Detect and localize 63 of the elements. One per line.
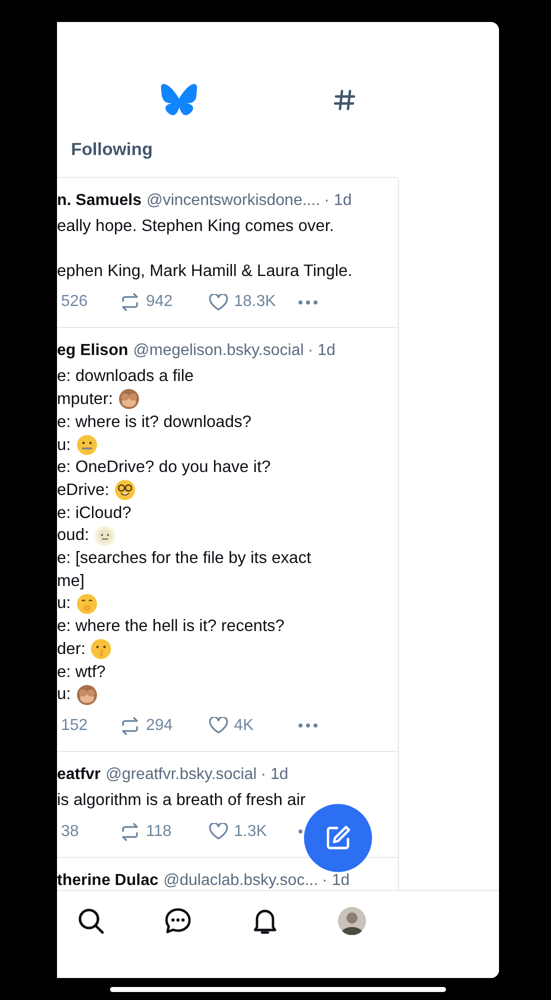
face-icon xyxy=(90,638,112,660)
post-time: · 1d xyxy=(308,341,336,362)
author-handle[interactable]: @greatfvr.bsky.social xyxy=(106,764,257,786)
author-handle[interactable]: @dulaclab.bsky.soc... xyxy=(163,870,318,890)
face-icon xyxy=(76,592,98,615)
post-text: e: [searches for the file by its exact xyxy=(57,548,312,570)
repost-count: 294 xyxy=(146,716,173,735)
face-icon xyxy=(94,524,116,547)
post-text: u: xyxy=(57,593,71,614)
butterfly-logo xyxy=(161,84,197,116)
hashtag-icon[interactable] xyxy=(334,89,356,111)
more-icon[interactable] xyxy=(298,300,318,305)
search-icon[interactable] xyxy=(77,907,105,935)
post-text: me] xyxy=(57,570,85,592)
repost-count: 118 xyxy=(146,822,172,841)
author-name[interactable]: n. Samuels xyxy=(57,190,142,212)
post-text: e: downloads a file xyxy=(57,366,194,388)
heart-icon[interactable] xyxy=(209,823,228,840)
post-time: · 1d xyxy=(322,870,350,890)
post-text: e: wtf? xyxy=(57,662,106,683)
repost-icon[interactable] xyxy=(120,293,140,312)
post-text: ephen King, Mark Hamill & Laura Tingle. xyxy=(57,260,352,282)
like-count: 1.3K xyxy=(234,822,267,841)
repost-icon[interactable] xyxy=(120,822,140,841)
post-text: der: xyxy=(57,638,86,660)
bell-icon[interactable] xyxy=(251,907,279,935)
post-text: u: xyxy=(57,684,71,706)
repost-icon[interactable] xyxy=(120,716,140,735)
post-text: is algorithm is a breath of fresh air xyxy=(57,790,306,811)
heart-icon[interactable] xyxy=(209,717,228,734)
post-text: u: xyxy=(57,434,71,456)
compose-icon xyxy=(324,824,352,852)
author-name[interactable]: eg Elison xyxy=(57,340,128,362)
avatar[interactable] xyxy=(338,907,366,935)
chat-icon[interactable] xyxy=(164,907,192,935)
face-icon xyxy=(114,479,136,502)
face-icon xyxy=(76,434,98,456)
post-text: oud: xyxy=(57,525,90,546)
reply-count: 526 xyxy=(61,293,88,312)
feed-tab[interactable]: Following xyxy=(71,138,153,167)
more-icon[interactable] xyxy=(298,723,318,728)
post-text: e: iCloud? xyxy=(57,502,132,524)
post-text: eDrive: xyxy=(57,480,110,501)
repost-count: 942 xyxy=(146,293,173,312)
monkey-face-icon xyxy=(76,684,98,706)
heart-icon[interactable] xyxy=(209,294,228,311)
like-count: 4K xyxy=(234,716,254,735)
post-text: e: OneDrive? do you have it? xyxy=(57,457,271,478)
post-text: e: where is it? downloads? xyxy=(57,412,252,433)
author-name[interactable]: therine Dulac xyxy=(57,870,158,890)
monkey-face-icon xyxy=(118,388,140,410)
author-name[interactable]: eatfvr xyxy=(57,764,101,786)
post-text: e: where the hell is it? recents? xyxy=(57,616,284,638)
post-time: · 1d xyxy=(324,191,352,211)
author-handle[interactable]: @vincentsworkisdone.... xyxy=(146,190,320,212)
author-handle[interactable]: @megelison.bsky.social xyxy=(133,340,304,362)
post-text: eally hope. Stephen King comes over. xyxy=(57,216,334,237)
post-text: mputer: xyxy=(57,389,113,410)
more-icon[interactable] xyxy=(298,829,303,834)
like-count: 18.3K xyxy=(234,293,276,312)
reply-count: 38 xyxy=(61,822,79,841)
reply-count: 152 xyxy=(61,716,88,735)
post-time: · 1d xyxy=(260,764,288,785)
